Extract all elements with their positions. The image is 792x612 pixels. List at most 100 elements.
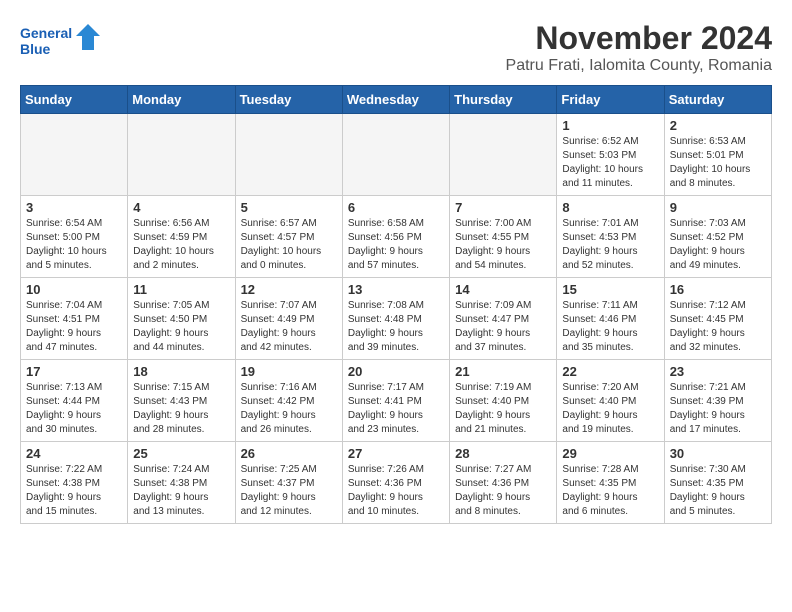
calendar-cell: 2Sunrise: 6:53 AMSunset: 5:01 PMDaylight… bbox=[664, 114, 771, 196]
svg-text:Blue: Blue bbox=[20, 41, 51, 57]
day-info: Sunrise: 6:52 AMSunset: 5:03 PMDaylight:… bbox=[562, 135, 658, 191]
day-info: Sunrise: 7:26 AMSunset: 4:36 PMDaylight:… bbox=[348, 463, 444, 519]
day-info: Sunrise: 7:30 AMSunset: 4:35 PMDaylight:… bbox=[670, 463, 766, 519]
day-info: Sunrise: 7:21 AMSunset: 4:39 PMDaylight:… bbox=[670, 381, 766, 437]
day-info: Sunrise: 7:24 AMSunset: 4:38 PMDaylight:… bbox=[133, 463, 229, 519]
calendar-cell bbox=[450, 114, 557, 196]
calendar-cell: 11 Sunrise: 7:05 AMSunset: 4:50 PMDayligh… bbox=[128, 278, 235, 360]
calendar-cell: 1 Sunrise: 6:52 AMSunset: 5:03 PMDaylight… bbox=[557, 114, 664, 196]
day-info: Sunrise: 7:05 AMSunset: 4:50 PMDaylight:… bbox=[133, 299, 229, 355]
day-number: 15 bbox=[562, 282, 658, 297]
day-info: Sunrise: 7:16 AMSunset: 4:42 PMDaylight:… bbox=[241, 381, 337, 437]
day-info: Sunrise: 7:25 AMSunset: 4:37 PMDaylight:… bbox=[241, 463, 337, 519]
calendar-cell bbox=[21, 114, 128, 196]
day-info: Sunrise: 7:27 AMSunset: 4:36 PMDaylight:… bbox=[455, 463, 551, 519]
calendar-cell: 6 Sunrise: 6:58 AMSunset: 4:56 PMDaylight… bbox=[342, 196, 449, 278]
logo: General Blue bbox=[20, 20, 100, 65]
day-number: 24 bbox=[26, 446, 122, 461]
day-info: Sunrise: 7:08 AMSunset: 4:48 PMDaylight:… bbox=[348, 299, 444, 355]
day-info: Sunrise: 7:19 AMSunset: 4:40 PMDaylight:… bbox=[455, 381, 551, 437]
day-number: 2 bbox=[670, 118, 766, 133]
calendar-cell: 26 Sunrise: 7:25 AMSunset: 4:37 PMDayligh… bbox=[235, 442, 342, 524]
calendar-cell: 29 Sunrise: 7:28 AMSunset: 4:35 PMDayligh… bbox=[557, 442, 664, 524]
day-info: Sunrise: 6:58 AMSunset: 4:56 PMDaylight:… bbox=[348, 217, 444, 273]
day-number: 14 bbox=[455, 282, 551, 297]
day-info: Sunrise: 7:28 AMSunset: 4:35 PMDaylight:… bbox=[562, 463, 658, 519]
day-info: Sunrise: 7:11 AMSunset: 4:46 PMDaylight:… bbox=[562, 299, 658, 355]
month-title: November 2024 bbox=[506, 20, 772, 57]
day-number: 21 bbox=[455, 364, 551, 379]
day-number: 26 bbox=[241, 446, 337, 461]
calendar-cell: 5 Sunrise: 6:57 AMSunset: 4:57 PMDaylight… bbox=[235, 196, 342, 278]
calendar-cell: 21 Sunrise: 7:19 AMSunset: 4:40 PMDayligh… bbox=[450, 360, 557, 442]
day-number: 10 bbox=[26, 282, 122, 297]
day-info: Sunrise: 7:22 AMSunset: 4:38 PMDaylight:… bbox=[26, 463, 122, 519]
day-info: Sunrise: 7:13 AMSunset: 4:44 PMDaylight:… bbox=[26, 381, 122, 437]
day-info: Sunrise: 7:00 AMSunset: 4:55 PMDaylight:… bbox=[455, 217, 551, 273]
calendar-cell bbox=[342, 114, 449, 196]
calendar-cell: 9 Sunrise: 7:03 AMSunset: 4:52 PMDaylight… bbox=[664, 196, 771, 278]
title-section: November 2024 Patru Frati, Ialomita Coun… bbox=[506, 20, 772, 75]
weekday-header-saturday: Saturday bbox=[664, 86, 771, 114]
calendar-cell: 13Sunrise: 7:08 AMSunset: 4:48 PMDayligh… bbox=[342, 278, 449, 360]
day-number: 23 bbox=[670, 364, 766, 379]
day-number: 3 bbox=[26, 200, 122, 215]
calendar-table: SundayMondayTuesdayWednesdayThursdayFrid… bbox=[20, 85, 772, 524]
logo-icon: General Blue bbox=[20, 20, 100, 65]
day-info: Sunrise: 7:20 AMSunset: 4:40 PMDaylight:… bbox=[562, 381, 658, 437]
day-info: Sunrise: 6:57 AMSunset: 4:57 PMDaylight:… bbox=[241, 217, 337, 273]
calendar-cell: 30 Sunrise: 7:30 AMSunset: 4:35 PMDayligh… bbox=[664, 442, 771, 524]
day-number: 19 bbox=[241, 364, 337, 379]
calendar-cell: 10Sunrise: 7:04 AMSunset: 4:51 PMDayligh… bbox=[21, 278, 128, 360]
day-info: Sunrise: 7:03 AMSunset: 4:52 PMDaylight:… bbox=[670, 217, 766, 273]
day-number: 11 bbox=[133, 282, 229, 297]
day-number: 6 bbox=[348, 200, 444, 215]
day-number: 4 bbox=[133, 200, 229, 215]
day-number: 22 bbox=[562, 364, 658, 379]
day-number: 29 bbox=[562, 446, 658, 461]
calendar-cell bbox=[128, 114, 235, 196]
day-number: 8 bbox=[562, 200, 658, 215]
day-number: 5 bbox=[241, 200, 337, 215]
calendar-cell: 3 Sunrise: 6:54 AMSunset: 5:00 PMDaylight… bbox=[21, 196, 128, 278]
calendar-cell: 4 Sunrise: 6:56 AMSunset: 4:59 PMDaylight… bbox=[128, 196, 235, 278]
calendar-cell: 20Sunrise: 7:17 AMSunset: 4:41 PMDayligh… bbox=[342, 360, 449, 442]
day-number: 9 bbox=[670, 200, 766, 215]
calendar-cell: 23 Sunrise: 7:21 AMSunset: 4:39 PMDayligh… bbox=[664, 360, 771, 442]
day-number: 30 bbox=[670, 446, 766, 461]
day-number: 17 bbox=[26, 364, 122, 379]
calendar-cell: 24 Sunrise: 7:22 AMSunset: 4:38 PMDayligh… bbox=[21, 442, 128, 524]
day-info: Sunrise: 7:09 AMSunset: 4:47 PMDaylight:… bbox=[455, 299, 551, 355]
day-number: 1 bbox=[562, 118, 658, 133]
day-number: 16 bbox=[670, 282, 766, 297]
day-info: Sunrise: 7:01 AMSunset: 4:53 PMDaylight:… bbox=[562, 217, 658, 273]
day-number: 12 bbox=[241, 282, 337, 297]
day-number: 25 bbox=[133, 446, 229, 461]
day-info: Sunrise: 6:56 AMSunset: 4:59 PMDaylight:… bbox=[133, 217, 229, 273]
weekday-header-tuesday: Tuesday bbox=[235, 86, 342, 114]
weekday-header-sunday: Sunday bbox=[21, 86, 128, 114]
calendar-cell: 16 Sunrise: 7:12 AMSunset: 4:45 PMDayligh… bbox=[664, 278, 771, 360]
page-header: General Blue November 2024 Patru Frati, … bbox=[20, 20, 772, 75]
day-number: 27 bbox=[348, 446, 444, 461]
calendar-cell: 17 Sunrise: 7:13 AMSunset: 4:44 PMDayligh… bbox=[21, 360, 128, 442]
weekday-header-wednesday: Wednesday bbox=[342, 86, 449, 114]
day-info: Sunrise: 7:12 AMSunset: 4:45 PMDaylight:… bbox=[670, 299, 766, 355]
calendar-cell: 22 Sunrise: 7:20 AMSunset: 4:40 PMDayligh… bbox=[557, 360, 664, 442]
svg-text:General: General bbox=[20, 25, 72, 41]
calendar-cell: 14 Sunrise: 7:09 AMSunset: 4:47 PMDayligh… bbox=[450, 278, 557, 360]
calendar-cell: 7Sunrise: 7:00 AMSunset: 4:55 PMDaylight… bbox=[450, 196, 557, 278]
day-info: Sunrise: 6:54 AMSunset: 5:00 PMDaylight:… bbox=[26, 217, 122, 273]
weekday-header-monday: Monday bbox=[128, 86, 235, 114]
location: Patru Frati, Ialomita County, Romania bbox=[506, 57, 772, 75]
calendar-cell: 19 Sunrise: 7:16 AMSunset: 4:42 PMDayligh… bbox=[235, 360, 342, 442]
weekday-header-thursday: Thursday bbox=[450, 86, 557, 114]
calendar-cell: 25 Sunrise: 7:24 AMSunset: 4:38 PMDayligh… bbox=[128, 442, 235, 524]
calendar-cell: 27 Sunrise: 7:26 AMSunset: 4:36 PMDayligh… bbox=[342, 442, 449, 524]
calendar-cell: 18 Sunrise: 7:15 AMSunset: 4:43 PMDayligh… bbox=[128, 360, 235, 442]
calendar-cell: 12Sunrise: 7:07 AMSunset: 4:49 PMDayligh… bbox=[235, 278, 342, 360]
calendar-cell: 28Sunrise: 7:27 AMSunset: 4:36 PMDayligh… bbox=[450, 442, 557, 524]
day-number: 18 bbox=[133, 364, 229, 379]
day-info: Sunrise: 7:15 AMSunset: 4:43 PMDaylight:… bbox=[133, 381, 229, 437]
day-number: 20 bbox=[348, 364, 444, 379]
